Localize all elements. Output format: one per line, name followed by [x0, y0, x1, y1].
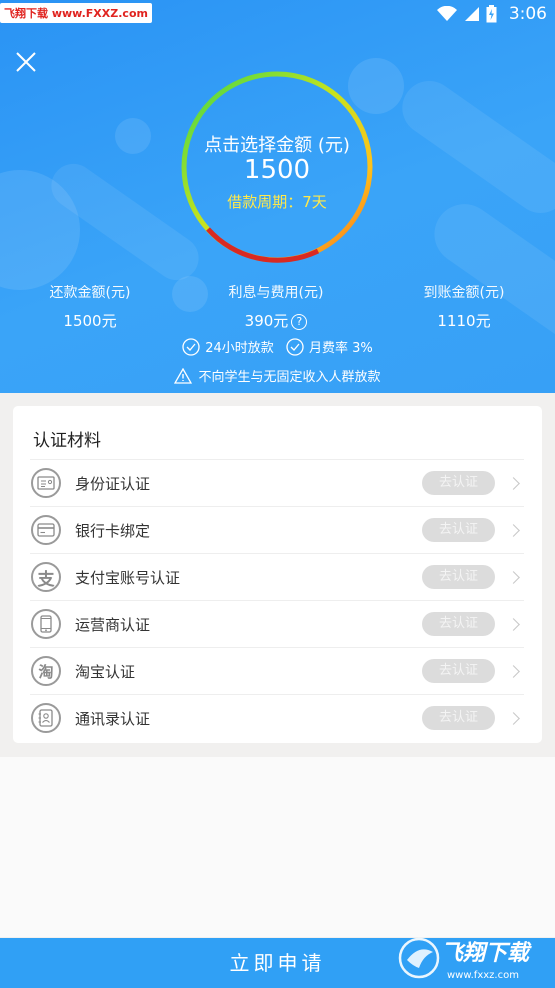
status-bar: 飞翔下载 www.FXXZ.com 3:06 [0, 0, 555, 30]
watermark-url: www.fxxz.com [447, 970, 519, 981]
stat-value: 1500元 [63, 312, 117, 330]
wifi-icon [436, 6, 457, 21]
id-card-icon [31, 468, 61, 498]
gauge-amount[interactable]: 1500 [178, 155, 376, 185]
auth-label: 支付宝账号认证 [75, 568, 181, 587]
check-circle-icon [182, 337, 200, 356]
phone-icon [31, 609, 61, 639]
stat-label: 利息与费用(元) [228, 285, 324, 301]
help-icon[interactable]: ? [291, 314, 308, 330]
bg-streak [391, 70, 555, 224]
watermark-brand: 飞翔下载 [441, 941, 532, 966]
auth-label: 身份证认证 [75, 474, 151, 493]
signal-icon [464, 7, 479, 21]
contacts-icon [31, 703, 61, 733]
chevron-right-icon [507, 476, 520, 490]
badge-rate: 月费率 3% [286, 337, 373, 356]
check-circle-icon [286, 337, 304, 356]
verify-button[interactable]: 去认证 [422, 659, 495, 683]
auth-row-alipay[interactable]: 支 支付宝账号认证 去认证 [30, 553, 524, 600]
auth-row-taobao[interactable]: 淘 淘宝认证 去认证 [30, 647, 524, 694]
auth-title: 认证材料 [33, 431, 101, 451]
stat-received: 到账金额(元) 1110元 [389, 282, 539, 331]
clock: 3:06 [508, 4, 547, 24]
auth-label: 淘宝认证 [75, 662, 136, 681]
battery-icon [486, 5, 497, 23]
badge-fast-payout: 24小时放款 [182, 337, 274, 356]
badge-label: 月费率 3% [308, 341, 373, 356]
close-icon[interactable] [14, 50, 38, 74]
auth-row-contacts[interactable]: 通讯录认证 去认证 [30, 694, 524, 741]
stat-value: 390元 [244, 312, 289, 330]
chevron-right-icon [507, 711, 520, 725]
verify-button[interactable]: 去认证 [422, 565, 495, 589]
bg-bubble [115, 118, 151, 154]
stat-label: 到账金额(元) [423, 285, 505, 301]
loan-period: 借款周期：7天 [227, 193, 327, 211]
verify-button[interactable]: 去认证 [422, 612, 495, 636]
feature-badges: 24小时放款 月费率 3% [0, 337, 555, 360]
chevron-right-icon [507, 617, 520, 631]
watermark-bottom: 飞翔下载 www.fxxz.com [398, 937, 532, 981]
verify-button[interactable]: 去认证 [422, 518, 495, 542]
auth-row-id-card[interactable]: 身份证认证 去认证 [30, 459, 524, 506]
stat-label: 还款金额(元) [49, 285, 131, 301]
gauge-title[interactable]: 点击选择金额 (元) [178, 131, 376, 157]
auth-row-carrier[interactable]: 运营商认证 去认证 [30, 600, 524, 647]
empty-area [0, 757, 555, 937]
auth-card: 认证材料 身份证认证 去认证 银行卡绑定 去认证 支 支付宝账号认证 去认证 运… [13, 406, 542, 743]
warning-notice: 不向学生与无固定收入人群放款 [0, 366, 555, 388]
chevron-right-icon [507, 570, 520, 584]
warning-text: 不向学生与无固定收入人群放款 [198, 370, 381, 385]
verify-button[interactable]: 去认证 [422, 706, 495, 730]
alipay-icon: 支 [31, 562, 61, 592]
verify-button[interactable]: 去认证 [422, 471, 495, 495]
auth-label: 银行卡绑定 [75, 521, 151, 540]
stat-repayment: 还款金额(元) 1500元 [15, 282, 165, 331]
auth-label: 通讯录认证 [75, 709, 151, 728]
chevron-right-icon [507, 664, 520, 678]
warning-icon [174, 367, 193, 384]
watermark-top: 飞翔下载 www.FXXZ.com [0, 3, 152, 23]
stat-interest: 利息与费用(元) 390元? [201, 282, 351, 331]
auth-label: 运营商认证 [75, 615, 151, 634]
chevron-right-icon [507, 523, 520, 537]
bank-card-icon [31, 515, 61, 545]
stat-value: 1110元 [437, 312, 491, 330]
badge-label: 24小时放款 [205, 341, 274, 356]
taobao-icon: 淘 [31, 656, 61, 686]
auth-row-bank-card[interactable]: 银行卡绑定 去认证 [30, 506, 524, 553]
